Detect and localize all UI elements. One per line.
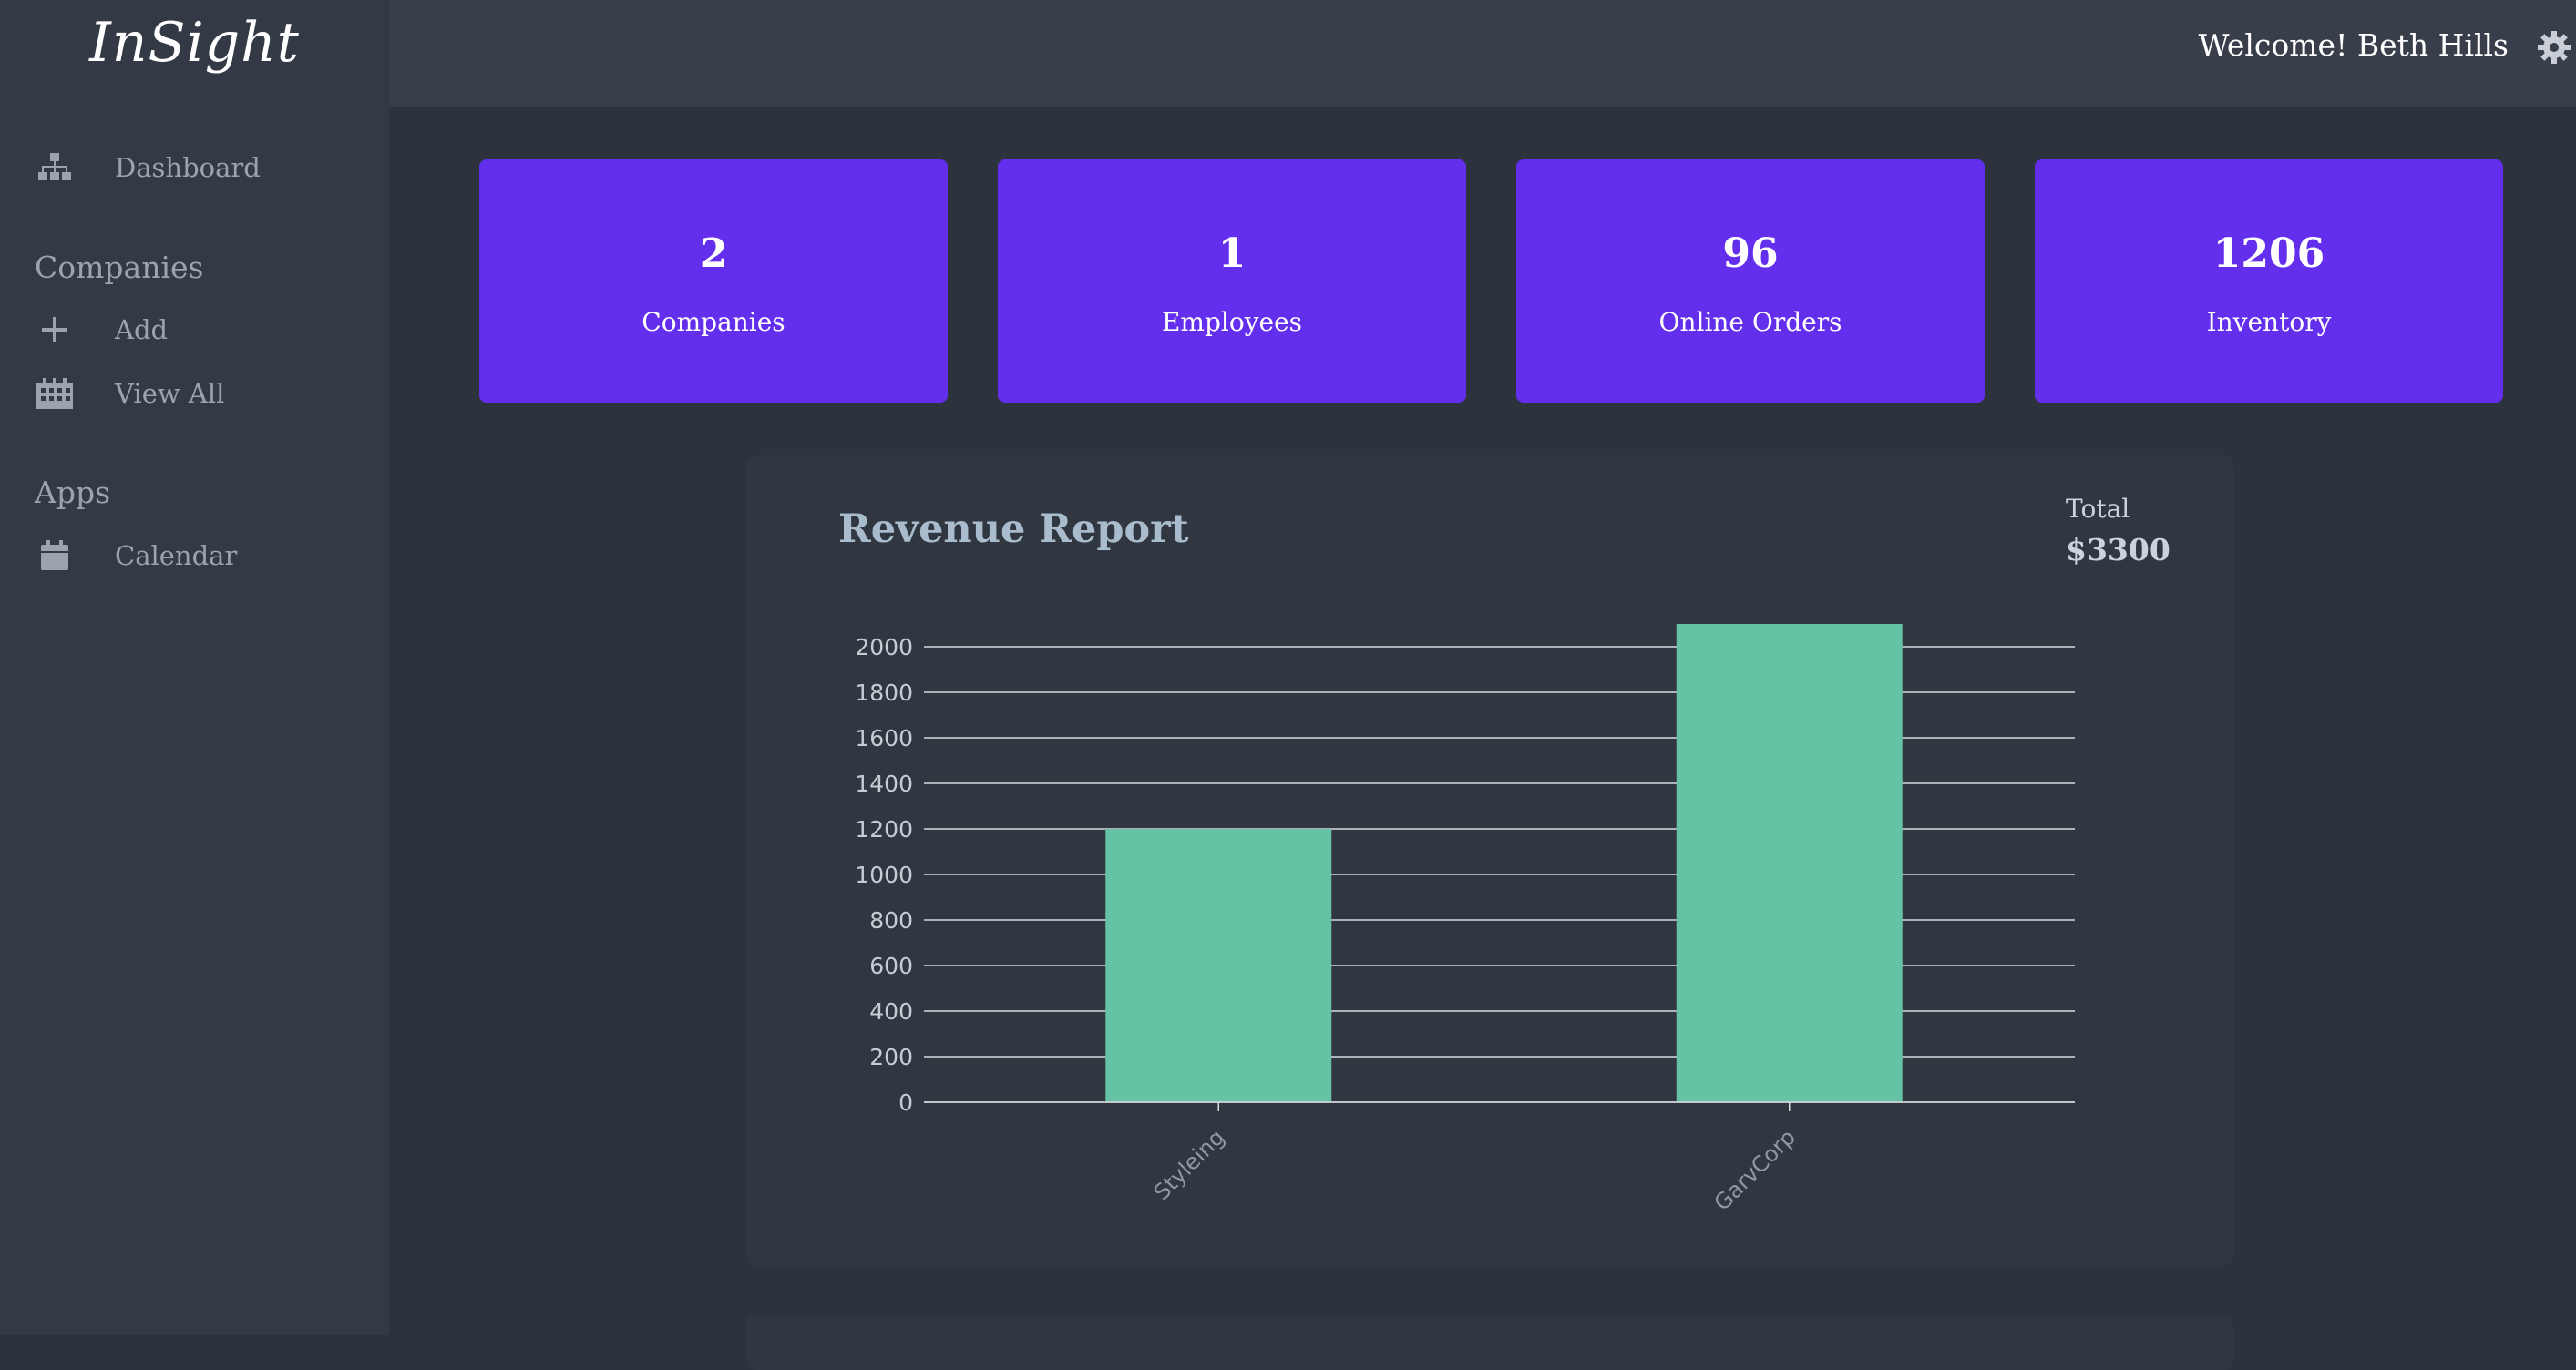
sidebar-item-label: Calendar (115, 540, 238, 571)
stat-value: 1206 (2212, 230, 2325, 277)
y-tick-label: 1600 (855, 725, 913, 751)
sidebar-item-calendar[interactable]: Calendar (35, 536, 237, 576)
top-bar: Welcome! Beth Hills (389, 0, 2576, 107)
building-icon (35, 373, 75, 414)
x-tick-label: GarvCorp (1709, 1124, 1801, 1215)
y-tick-label: 1400 (855, 771, 913, 797)
stat-label: Companies (641, 307, 785, 337)
y-tick-label: 1200 (855, 816, 913, 843)
welcome-text: Welcome! Beth Hills (2198, 27, 2509, 63)
gear-icon[interactable] (2536, 29, 2572, 66)
bar-styleing[interactable] (1105, 829, 1332, 1102)
sidebar-section-apps: Apps (35, 475, 111, 510)
y-tick-label: 2000 (855, 634, 913, 660)
sidebar: InSight Dashboard Companies Add View All… (0, 0, 389, 1335)
stat-value: 2 (699, 230, 728, 277)
stat-label: Employees (1161, 307, 1303, 337)
plus-icon (35, 310, 75, 350)
y-tick-label: 1000 (855, 862, 913, 888)
sidebar-section-companies: Companies (35, 250, 204, 285)
sidebar-item-add[interactable]: Add (35, 310, 168, 350)
y-tick-label: 1800 (855, 680, 913, 706)
stat-value: 1 (1217, 230, 1247, 277)
revenue-chart: 0 200 400 600 800 1000 1200 1400 1600 1800 2000 Sty… (855, 624, 2075, 1216)
y-tick-label: 400 (869, 998, 913, 1025)
sitemap-icon (35, 148, 75, 188)
sidebar-item-view-all[interactable]: View All (35, 373, 224, 414)
stat-card-inventory[interactable]: 1206 Inventory (2035, 159, 2503, 403)
revenue-report-panel: Revenue Report Total $3300 0 200 400 600 800… (746, 455, 2233, 1266)
sidebar-item-label: Add (115, 314, 169, 345)
bar-garvcorp[interactable] (1676, 624, 1903, 1102)
y-tick-label: 800 (869, 907, 913, 934)
y-tick-label: 0 (898, 1089, 913, 1116)
sidebar-item-dashboard[interactable]: Dashboard (35, 148, 261, 188)
stat-value: 96 (1722, 230, 1779, 277)
y-tick-label: 600 (869, 953, 913, 979)
stat-label: Online Orders (1658, 307, 1842, 337)
sidebar-item-label: View All (115, 378, 225, 409)
stat-card-companies[interactable]: 2 Companies (479, 159, 948, 403)
stat-label: Inventory (2206, 307, 2332, 337)
app-logo[interactable]: InSight (0, 11, 389, 75)
stat-card-employees[interactable]: 1 Employees (998, 159, 1466, 403)
stat-card-online-orders[interactable]: 96 Online Orders (1516, 159, 1985, 403)
sidebar-item-label: Dashboard (115, 152, 261, 183)
secondary-panel (746, 1315, 2233, 1370)
x-tick-label: Styleing (1149, 1124, 1230, 1205)
calendar-icon (35, 536, 75, 576)
y-tick-label: 200 (869, 1044, 913, 1070)
